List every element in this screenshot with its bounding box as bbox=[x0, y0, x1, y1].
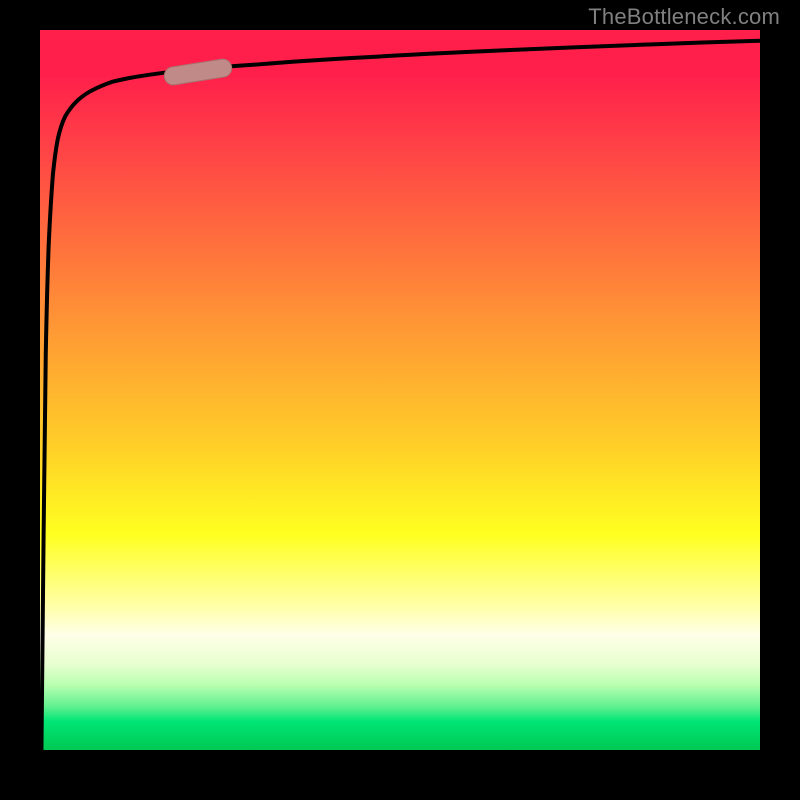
chart-stage: TheBottleneck.com bbox=[0, 0, 800, 800]
watermark-text: TheBottleneck.com bbox=[588, 4, 780, 30]
current-position-marker bbox=[163, 58, 233, 86]
bottleneck-curve bbox=[41, 41, 760, 750]
curve-layer bbox=[40, 30, 760, 750]
plot-area bbox=[40, 30, 760, 750]
